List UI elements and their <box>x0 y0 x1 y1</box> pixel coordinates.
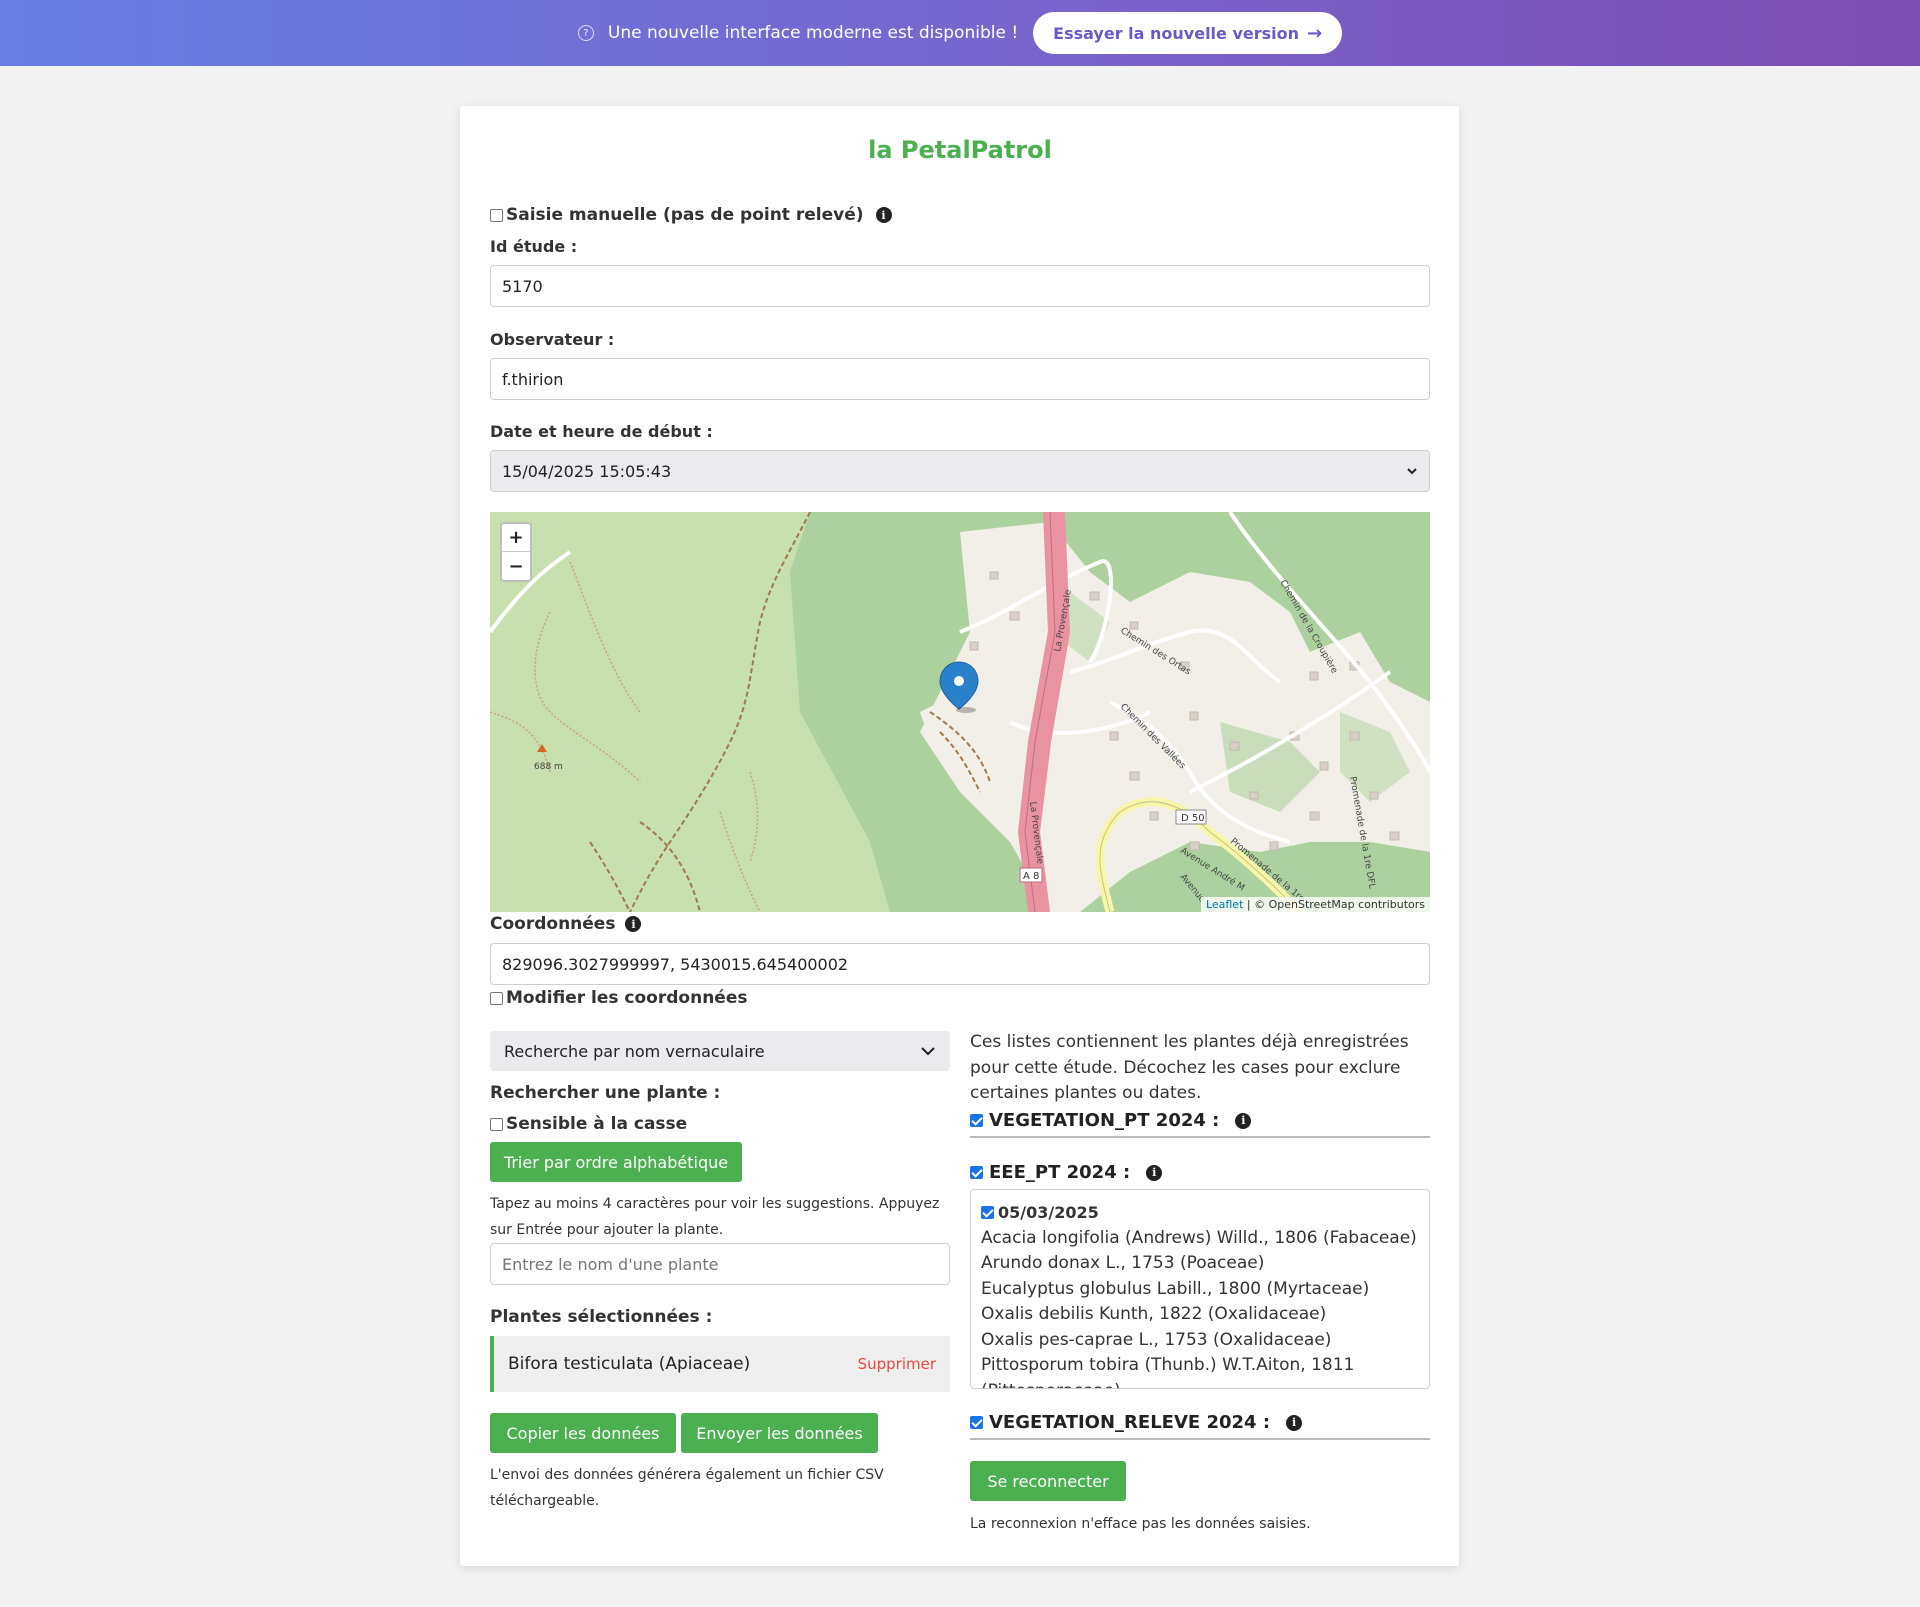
app-title: la PetalPatrol <box>868 136 1052 164</box>
delete-plant-button[interactable]: Supprimer <box>858 1355 936 1373</box>
list-item: Oxalis pes-caprae L., 1753 (Oxalidaceae) <box>981 1329 1332 1350</box>
search-mode-select[interactable]: Recherche par nom vernaculaire <box>490 1031 950 1071</box>
eee-date-row: 05/03/2025 <box>981 1200 1419 1226</box>
info-icon[interactable]: i <box>1146 1164 1163 1181</box>
map-attribution: Leaflet | © OpenStreetMap contributors <box>1200 897 1430 912</box>
zoom-controls: + − <box>500 522 532 582</box>
manual-entry-row: Saisie manuelle (pas de point relevé) i <box>490 205 892 225</box>
list-item: Oxalis debilis Kunth, 1822 (Oxalidaceae) <box>981 1304 1327 1324</box>
list-item: Acacia longifolia (Andrews) Willd., 1806… <box>981 1227 1417 1248</box>
selected-plant-name: Bifora testiculata (Apiaceae) <box>508 1354 751 1374</box>
chevron-down-icon <box>1407 468 1417 475</box>
info-icon[interactable]: i <box>875 207 892 223</box>
case-sensitive-row: Sensible à la casse <box>490 1114 687 1134</box>
sort-alpha-button[interactable]: Trier par ordre alphabétique <box>490 1142 742 1182</box>
info-icon[interactable]: i <box>625 916 642 932</box>
eee-date-checkbox[interactable] <box>981 1206 994 1220</box>
zoom-in-button[interactable]: + <box>502 524 530 552</box>
start-datetime-select[interactable]: 15/04/2025 15:05:43 <box>490 450 1430 492</box>
eee-date-label: 05/03/2025 <box>998 1203 1099 1222</box>
case-sensitive-checkbox[interactable] <box>490 1117 503 1131</box>
list-item: (Pittosporaceae) <box>981 1379 1419 1389</box>
map-tiles: A 8 D 50 688 m La Provençale La Provença… <box>490 512 1430 912</box>
section-eee-pt-checkbox[interactable] <box>970 1166 983 1179</box>
svg-text:688 m: 688 m <box>534 762 563 772</box>
start-datetime-label: Date et heure de début : <box>490 422 713 441</box>
search-plant-label: Rechercher une plante : <box>490 1083 721 1103</box>
eee-plant-list[interactable]: 05/03/2025 Acacia longifolia (Andrews) W… <box>970 1189 1430 1389</box>
section-eee-pt-label: EEE_PT 2024 : <box>989 1162 1131 1183</box>
map[interactable]: A 8 D 50 688 m La Provençale La Provença… <box>490 512 1430 912</box>
copy-data-button[interactable]: Copier les données <box>490 1413 676 1453</box>
reconnect-note: La reconnexion n'efface pas les données … <box>970 1516 1311 1532</box>
coords-label: Coordonnées <box>490 914 616 934</box>
section-vegetation-releve-checkbox[interactable] <box>970 1416 983 1429</box>
search-hint: Tapez au moins 4 caractères pour voir le… <box>490 1196 940 1238</box>
list-item: Arundo donax L., 1753 (Poaceae) <box>981 1253 1265 1273</box>
modify-coords-row: Modifier les coordonnées <box>490 988 747 1008</box>
study-id-label: Id étude : <box>490 237 578 256</box>
coords-label-row: Coordonnées i <box>490 914 642 934</box>
list-item: Pittosporum tobira (Thunb.) W.T.Aiton, 1… <box>981 1355 1355 1375</box>
divider <box>970 1136 1430 1138</box>
leaflet-link[interactable]: Leaflet <box>1206 898 1243 911</box>
send-note: L'envoi des données générera également u… <box>490 1467 884 1509</box>
info-icon[interactable]: i <box>1286 1414 1303 1431</box>
search-mode-value: Recherche par nom vernaculaire <box>504 1041 765 1061</box>
try-new-version-button[interactable]: Essayer la nouvelle version → <box>1033 12 1343 54</box>
observer-label: Observateur : <box>490 330 615 349</box>
section-vegetation-releve: VEGETATION_RELEVE 2024 : i <box>970 1412 1430 1433</box>
coords-input[interactable] <box>490 943 1430 985</box>
case-sensitive-label: Sensible à la casse <box>506 1114 688 1134</box>
selected-plant-item: Bifora testiculata (Apiaceae) Supprimer <box>490 1336 950 1392</box>
section-vegetation-pt-label: VEGETATION_PT 2024 : <box>989 1110 1220 1131</box>
manual-entry-label: Saisie manuelle (pas de point relevé) <box>506 205 864 225</box>
observer-input[interactable] <box>490 358 1430 400</box>
section-vegetation-pt: VEGETATION_PT 2024 : i <box>970 1110 1430 1131</box>
manual-entry-checkbox[interactable] <box>490 208 503 222</box>
reconnect-button[interactable]: Se reconnecter <box>970 1461 1126 1501</box>
try-new-version-label: Essayer la nouvelle version <box>1053 23 1300 43</box>
modify-coords-checkbox[interactable] <box>490 991 503 1005</box>
plant-name-input[interactable] <box>490 1243 950 1285</box>
banner-message: Une nouvelle interface moderne est dispo… <box>607 23 1019 43</box>
divider <box>970 1438 1430 1440</box>
svg-text:A 8: A 8 <box>1023 871 1039 882</box>
top-banner: ? Une nouvelle interface moderne est dis… <box>0 0 1920 66</box>
section-vegetation-releve-label: VEGETATION_RELEVE 2024 : <box>989 1412 1271 1433</box>
section-eee-pt: EEE_PT 2024 : i <box>970 1162 1430 1183</box>
selected-plants-label: Plantes sélectionnées : <box>490 1307 713 1327</box>
info-icon[interactable]: i <box>1235 1112 1252 1129</box>
chevron-down-icon <box>921 1047 935 1056</box>
svg-text:D 50: D 50 <box>1181 813 1205 824</box>
attribution-text: | © OpenStreetMap contributors <box>1243 898 1425 911</box>
modify-coords-label: Modifier les coordonnées <box>506 988 748 1008</box>
study-id-input[interactable] <box>490 265 1430 307</box>
start-datetime-value: 15/04/2025 15:05:43 <box>502 461 672 481</box>
help-circle-icon: ? <box>577 25 594 41</box>
lists-intro: Ces listes contiennent les plantes déjà … <box>970 1032 1409 1103</box>
list-item: Eucalyptus globulus Labill., 1800 (Myrta… <box>981 1278 1370 1299</box>
zoom-out-button[interactable]: − <box>502 552 530 580</box>
arrow-right-icon: → <box>1307 22 1323 44</box>
send-data-button[interactable]: Envoyer les données <box>681 1413 878 1453</box>
section-vegetation-pt-checkbox[interactable] <box>970 1114 983 1127</box>
